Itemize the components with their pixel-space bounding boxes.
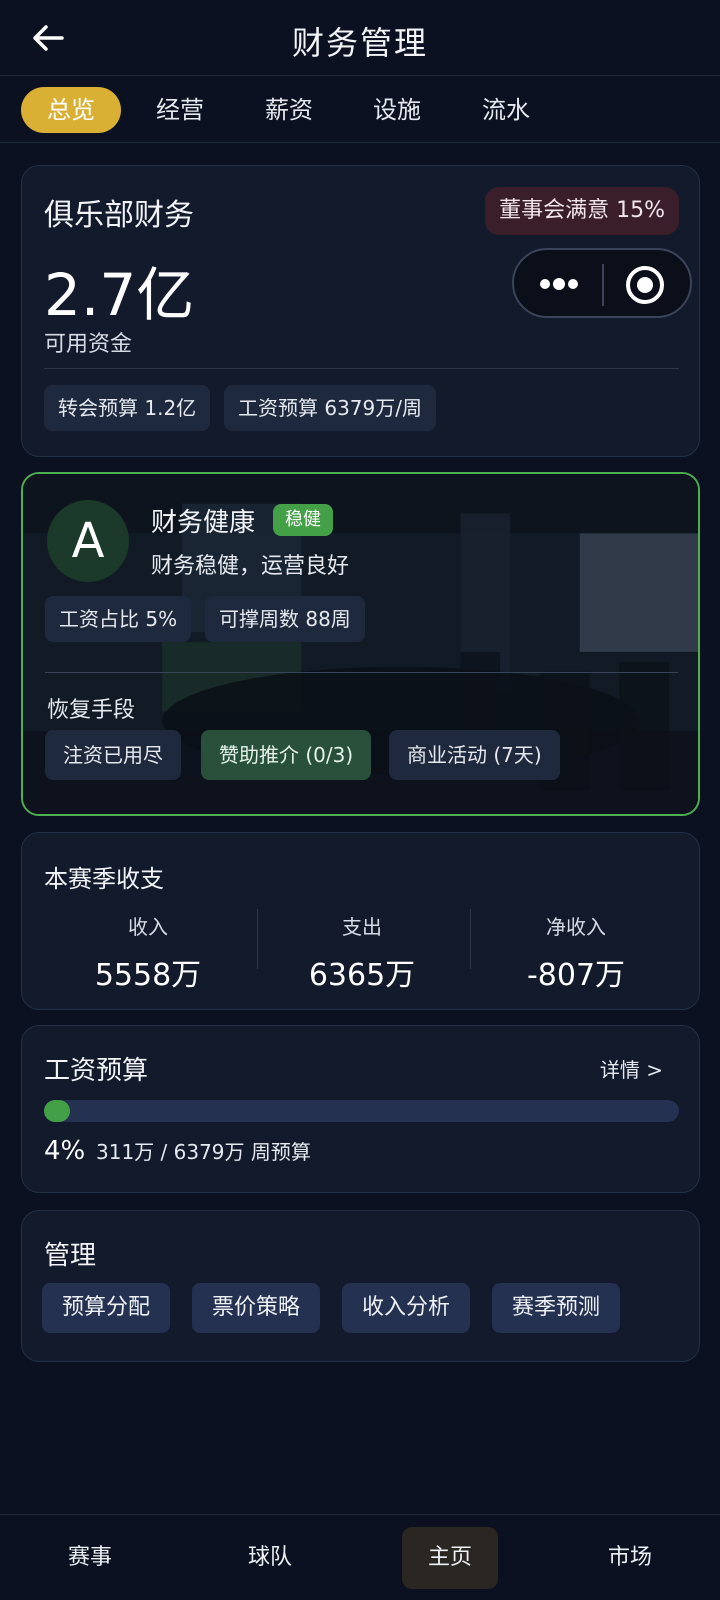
bottom-navigation: 赛事 球队 主页 市场 — [0, 1514, 720, 1600]
expense-label: 支出 — [342, 915, 382, 939]
more-icon[interactable] — [536, 272, 582, 296]
wage-budget-chip: 工资预算 6379万/周 — [224, 385, 436, 431]
health-description: 财务稳健，运营良好 — [151, 554, 350, 579]
capital-injection-chip[interactable]: 注资已用尽 — [45, 730, 181, 780]
app-header: 财务管理 — [0, 0, 720, 76]
available-funds-label: 可用资金 — [44, 332, 133, 357]
tab-cashflow[interactable]: 流水 — [456, 87, 556, 133]
wage-percent: 4% — [44, 1136, 86, 1166]
divider — [44, 368, 679, 369]
health-status-badge: 稳健 — [273, 504, 333, 536]
wage-progress-fill — [44, 1100, 70, 1122]
financial-health-card: A 财务健康 稳健 财务稳健，运营良好 工资占比 5% 可撑周数 88周 恢复手… — [21, 472, 700, 816]
income-analysis-button[interactable]: 收入分析 — [342, 1283, 471, 1333]
nav-market[interactable]: 市场 — [582, 1527, 678, 1589]
divider — [470, 909, 471, 969]
net-income-stat: 净收入 -807万 — [476, 911, 676, 994]
ticket-pricing-button[interactable]: 票价策略 — [192, 1283, 321, 1333]
net-income-label: 净收入 — [546, 915, 606, 939]
details-link[interactable]: 详情 > — [600, 1054, 663, 1083]
income-stat: 收入 5558万 — [48, 911, 248, 994]
page-title: 财务管理 — [291, 24, 428, 62]
nav-home[interactable]: 主页 — [402, 1527, 498, 1589]
net-income-value: -807万 — [526, 958, 626, 993]
sustain-weeks-chip: 可撑周数 88周 — [205, 596, 365, 642]
management-title: 管理 — [44, 1241, 97, 1271]
close-target-icon[interactable] — [624, 264, 666, 306]
sponsor-pitch-button[interactable]: 赞助推介 (0/3) — [201, 730, 372, 780]
commercial-activity-button[interactable]: 商业活动 (7天) — [389, 730, 560, 780]
board-satisfaction-badge: 董事会满意 15% — [485, 187, 679, 235]
nav-team[interactable]: 球队 — [222, 1527, 318, 1589]
tab-salary[interactable]: 薪资 — [239, 87, 339, 133]
capsule-divider — [602, 264, 604, 306]
divider — [45, 672, 678, 673]
available-funds-value: 2.7亿 — [44, 261, 195, 329]
income-value: 5558万 — [94, 958, 202, 993]
tab-overview[interactable]: 总览 — [21, 87, 121, 133]
wage-ratio-chip: 工资占比 5% — [45, 596, 192, 642]
club-finance-title: 俱乐部财务 — [44, 198, 194, 233]
transfer-budget-chip: 转会预算 1.2亿 — [44, 385, 211, 431]
wage-usage-text: 311万 / 6379万 周预算 — [96, 1140, 311, 1164]
mini-program-capsule — [512, 248, 692, 318]
wage-budget-title: 工资预算 — [44, 1056, 149, 1086]
recovery-methods-title: 恢复手段 — [47, 698, 136, 723]
divider — [257, 909, 258, 969]
season-finance-card: 本赛季收支 收入 5558万 支出 6365万 净收入 -807万 — [21, 832, 700, 1010]
financial-health-title: 财务健康 — [151, 508, 256, 538]
nav-matches[interactable]: 赛事 — [42, 1527, 138, 1589]
expense-value: 6365万 — [308, 958, 416, 993]
season-forecast-button[interactable]: 赛季预测 — [492, 1283, 621, 1333]
income-label: 收入 — [128, 915, 168, 939]
budget-allocation-button[interactable]: 预算分配 — [42, 1283, 171, 1333]
tab-operations[interactable]: 经营 — [130, 87, 230, 133]
season-finance-title: 本赛季收支 — [44, 865, 164, 893]
management-card: 管理 预算分配 票价策略 收入分析 赛季预测 — [21, 1210, 700, 1362]
club-finance-card: 俱乐部财务 董事会满意 15% 2.7亿 可用资金 转会预算 1.2亿 工资预算… — [21, 165, 700, 457]
tab-facilities[interactable]: 设施 — [347, 87, 447, 133]
health-grade-avatar: A — [47, 500, 129, 582]
tab-bar: 总览 经营 薪资 设施 流水 — [0, 77, 720, 143]
wage-budget-card: 工资预算 详情 > 4% 311万 / 6379万 周预算 — [21, 1025, 700, 1193]
expense-stat: 支出 6365万 — [262, 911, 462, 994]
wage-progress-track — [44, 1100, 679, 1122]
